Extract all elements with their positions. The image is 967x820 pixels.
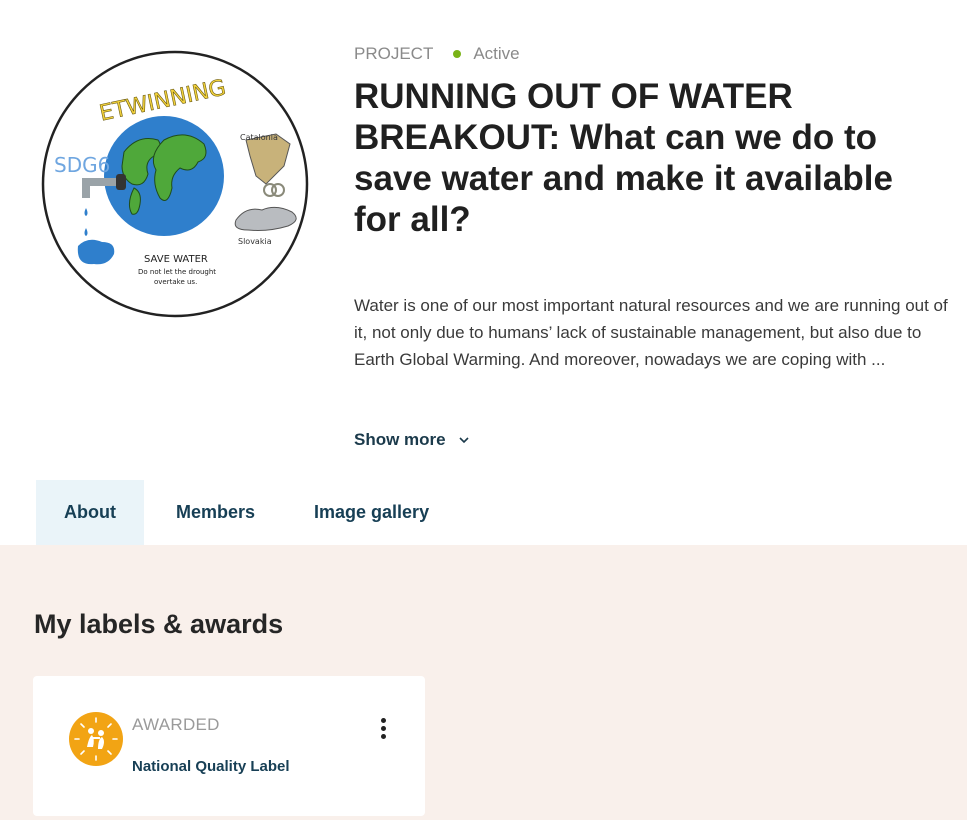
section-title: My labels & awards [34,609,284,639]
logo-left-text: SDG6 [54,153,110,177]
award-name[interactable]: National Quality Label [132,758,290,775]
project-description: Water is one of our most important natur… [354,296,948,369]
project-meta: PROJECT Active [354,44,520,64]
project-status: Active [473,44,520,63]
logo-region-2: Slovakia [238,237,272,246]
tab-members[interactable]: Members [144,480,286,545]
tab-about[interactable]: About [36,480,144,545]
tab-bar: About Members Image gallery [36,480,457,545]
status-dot-icon [453,50,462,58]
logo-slogan-1: SAVE WATER [144,254,208,265]
more-options-icon[interactable] [373,716,393,740]
logo-slogan-2: Do not let the drought [138,268,216,276]
project-type-label: PROJECT [354,44,434,63]
logo-slogan-3: overtake us. [154,278,197,286]
award-card: AWARDED National Quality Label [33,676,425,816]
tab-image-gallery[interactable]: Image gallery [286,480,457,545]
labels-awards-section: My labels & awards AWARDED National Qual… [0,545,967,820]
quality-label-badge-icon [69,712,123,766]
show-more-label: Show more [354,430,446,449]
show-more-button[interactable]: Show more [354,430,470,450]
award-status: AWARDED [132,715,220,734]
project-header: ETWINNING SDG6 Catalonia Slovakia SAVE W… [0,0,967,480]
logo-region-1: Catalonia [240,133,278,142]
project-logo: ETWINNING SDG6 Catalonia Slovakia SAVE W… [40,48,310,320]
chevron-down-icon [459,437,469,444]
page-title: RUNNING OUT OF WATER BREAKOUT: What can … [354,77,893,239]
